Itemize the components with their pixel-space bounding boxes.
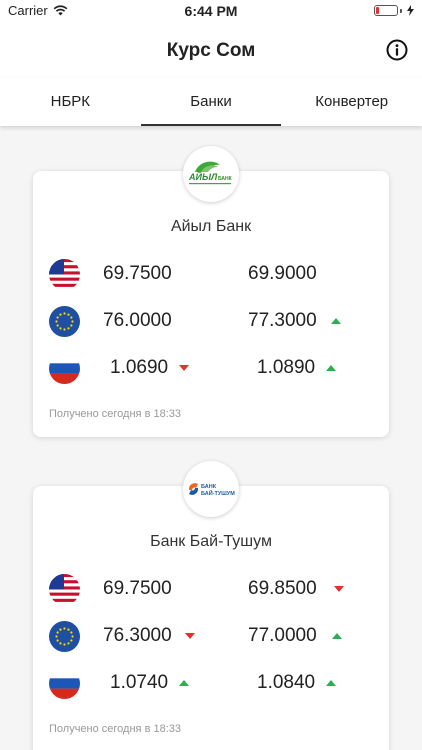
eu-flag-icon	[49, 621, 80, 652]
battery-icon	[374, 5, 414, 16]
rate-row-rub: 1.0740 1.0840	[33, 664, 389, 704]
tab-bar: НБРК Банки Конвертер	[0, 78, 422, 126]
sell-rate: 1.0840	[257, 672, 316, 693]
ru-flag-icon	[49, 668, 80, 699]
sell-trend-up-icon	[331, 318, 341, 324]
usd-flag-icon	[49, 574, 80, 605]
buy-rate: 76.0000	[103, 310, 172, 331]
nav-bar: Курс Сом	[0, 22, 422, 78]
bai-tushum-logo-icon: БАНК БАЙ-ТУШУМ	[188, 483, 235, 497]
buy-rate: 69.7500	[103, 578, 172, 599]
updated-time: Получено сегодня в 18:33	[49, 723, 181, 735]
buy-rate: 1.0690	[110, 357, 169, 378]
sell-trend-up-icon	[332, 633, 342, 639]
status-bar: Carrier 6:44 PM	[0, 0, 422, 22]
bank-name: Айыл Банк	[170, 218, 252, 235]
rate-row-eur: 76.3000 77.0000	[33, 617, 389, 657]
status-time: 6:44 PM	[184, 3, 238, 19]
info-icon[interactable]	[386, 39, 408, 61]
bank-card[interactable]: Банк Бай-Тушум 69.7500 69.8500 76.3000 7…	[33, 486, 389, 750]
rate-row-usd: 69.7500 69.8500	[33, 570, 389, 610]
sell-rate: 69.8500	[248, 578, 317, 599]
bank-card[interactable]: Айыл Банк 69.7500 69.9000 76.0000 77.300…	[33, 171, 389, 437]
sell-trend-down-icon	[334, 586, 344, 592]
svg-text:БАНК: БАНК	[218, 176, 233, 182]
bank-logo-bai-tushum: БАНК БАЙ-ТУШУМ	[183, 461, 239, 517]
rate-row-eur: 76.0000 77.3000	[33, 302, 389, 342]
bank-logo-aiyl: АЙЫЛ БАНК	[183, 146, 239, 202]
svg-text:АЙЫЛ: АЙЫЛ	[188, 171, 218, 182]
buy-trend-up-icon	[179, 680, 189, 686]
tab-banks[interactable]: Банки	[140, 78, 282, 126]
page-title: Курс Сом	[166, 40, 256, 61]
rate-row-usd: 69.7500 69.9000	[33, 255, 389, 295]
buy-rate: 76.3000	[103, 625, 172, 646]
rate-row-rub: 1.0690 1.0890	[33, 349, 389, 389]
sell-rate: 77.0000	[248, 625, 317, 646]
eu-flag-icon	[49, 306, 80, 337]
charging-bolt-icon	[407, 5, 414, 16]
svg-text:БАНК: БАНК	[201, 484, 217, 490]
usd-flag-icon	[49, 259, 80, 290]
sell-rate: 69.9000	[248, 263, 317, 284]
sell-trend-up-icon	[326, 680, 336, 686]
tab-nbrk[interactable]: НБРК	[0, 78, 141, 126]
tab-converter[interactable]: Конвертер	[281, 78, 422, 126]
bank-list[interactable]: АЙЫЛ БАНК Айыл Банк 69.7500 69.9000 76.0…	[0, 126, 422, 750]
updated-time: Получено сегодня в 18:33	[49, 408, 181, 420]
buy-trend-down-icon	[185, 633, 195, 639]
buy-rate: 1.0740	[110, 672, 169, 693]
svg-text:БАЙ-ТУШУМ: БАЙ-ТУШУМ	[201, 489, 235, 497]
sell-rate: 77.3000	[248, 310, 317, 331]
aiyl-bank-logo-icon: АЙЫЛ БАНК	[188, 161, 233, 185]
bank-name: Банк Бай-Тушум	[150, 533, 272, 550]
buy-trend-down-icon	[179, 365, 189, 371]
sell-trend-up-icon	[326, 365, 336, 371]
ru-flag-icon	[49, 353, 80, 384]
sell-rate: 1.0890	[257, 357, 316, 378]
buy-rate: 69.7500	[103, 263, 172, 284]
